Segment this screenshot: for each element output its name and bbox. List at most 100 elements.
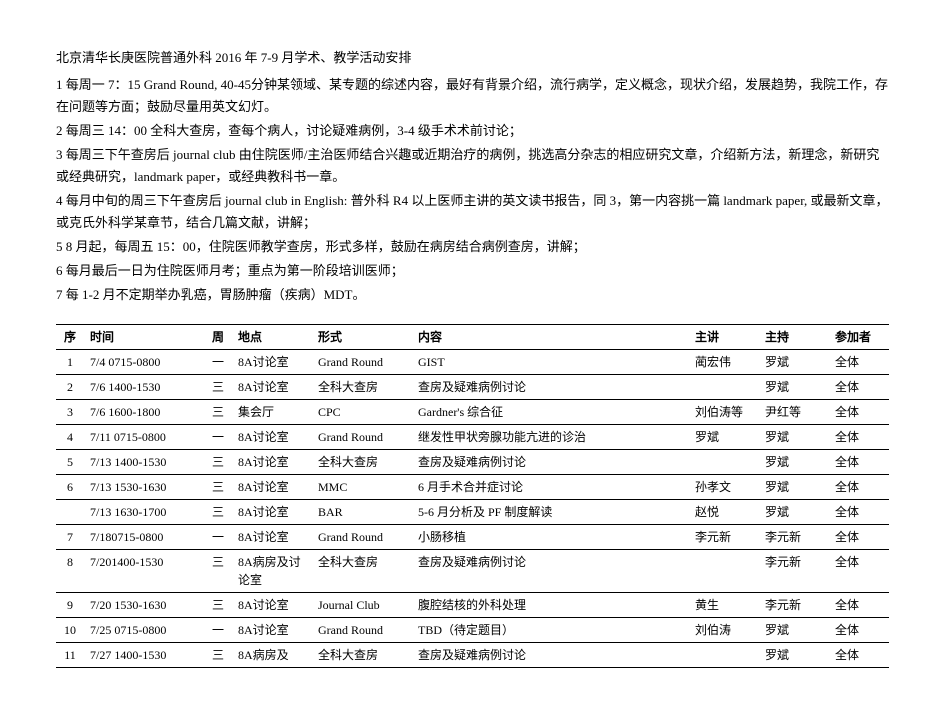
table-row: 47/11 0715-0800一8A讨论室Grand Round继发性甲状旁腺功… — [56, 425, 889, 450]
cell: 1 — [56, 350, 84, 375]
cell: 罗斌 — [759, 450, 829, 475]
table-row: 97/20 1530-1630三8A讨论室Journal Club腹腔结核的外科… — [56, 593, 889, 618]
schedule-table-wrap: 序 时间 周 地点 形式 内容 主讲 主持 参加者 17/4 0715-0800… — [56, 324, 889, 668]
cell: 李元新 — [759, 525, 829, 550]
cell: 一 — [204, 350, 232, 375]
cell: 3 — [56, 400, 84, 425]
th-content: 内容 — [412, 325, 689, 350]
th-part: 参加者 — [829, 325, 889, 350]
cell: 一 — [204, 618, 232, 643]
note-1: 1 每周一 7：15 Grand Round, 40-45分钟某领域、某专题的综… — [56, 74, 889, 118]
table-row: 87/201400-1530三8A病房及讨论室全科大查房查房及疑难病例讨论李元新… — [56, 550, 889, 593]
cell — [689, 643, 759, 668]
notes-section: 1 每周一 7：15 Grand Round, 40-45分钟某领域、某专题的综… — [56, 74, 889, 307]
cell: 7/11 0715-0800 — [84, 425, 204, 450]
cell: 查房及疑难病例讨论 — [412, 450, 689, 475]
cell: 全体 — [829, 618, 889, 643]
th-host: 主持 — [759, 325, 829, 350]
cell: 李元新 — [759, 593, 829, 618]
cell: 8 — [56, 550, 84, 593]
cell: 7/13 1630-1700 — [84, 500, 204, 525]
cell: 6 月手术合并症讨论 — [412, 475, 689, 500]
cell: 8A讨论室 — [232, 350, 312, 375]
cell: 三 — [204, 643, 232, 668]
cell: Journal Club — [312, 593, 412, 618]
cell: 7/13 1530-1630 — [84, 475, 204, 500]
cell: Gardner's 综合征 — [412, 400, 689, 425]
cell: 李元新 — [759, 550, 829, 593]
cell: 9 — [56, 593, 84, 618]
cell: 7/25 0715-0800 — [84, 618, 204, 643]
cell: 李元新 — [689, 525, 759, 550]
schedule-table: 序 时间 周 地点 形式 内容 主讲 主持 参加者 17/4 0715-0800… — [56, 324, 889, 668]
cell: 集会厅 — [232, 400, 312, 425]
cell: 全科大查房 — [312, 450, 412, 475]
cell: 全体 — [829, 500, 889, 525]
cell: 8A讨论室 — [232, 618, 312, 643]
cell: 小肠移植 — [412, 525, 689, 550]
cell: 刘伯涛等 — [689, 400, 759, 425]
cell: 7/201400-1530 — [84, 550, 204, 593]
cell: 全体 — [829, 350, 889, 375]
th-form: 形式 — [312, 325, 412, 350]
cell: 三 — [204, 593, 232, 618]
cell: 7/6 1400-1530 — [84, 375, 204, 400]
cell: 8A讨论室 — [232, 375, 312, 400]
cell: 罗斌 — [759, 643, 829, 668]
cell: 6 — [56, 475, 84, 500]
cell: 11 — [56, 643, 84, 668]
cell: 全体 — [829, 375, 889, 400]
table-row: 117/27 1400-1530三8A病房及全科大查房查房及疑难病例讨论罗斌全体 — [56, 643, 889, 668]
note-5: 5 8 月起，每周五 15：00，住院医师教学查房，形式多样，鼓励在病房结合病例… — [56, 236, 889, 258]
cell: 7/180715-0800 — [84, 525, 204, 550]
cell: 8A讨论室 — [232, 475, 312, 500]
cell: 8A讨论室 — [232, 525, 312, 550]
table-row: 7/13 1630-1700三8A讨论室BAR5-6 月分析及 PF 制度解读赵… — [56, 500, 889, 525]
note-4: 4 每月中旬的周三下午查房后 journal club in English: … — [56, 190, 889, 234]
cell: 罗斌 — [759, 425, 829, 450]
cell: 2 — [56, 375, 84, 400]
cell: 7/4 0715-0800 — [84, 350, 204, 375]
cell — [56, 500, 84, 525]
cell: 7/13 1400-1530 — [84, 450, 204, 475]
cell: 全体 — [829, 593, 889, 618]
cell: 8A讨论室 — [232, 450, 312, 475]
cell: 8A讨论室 — [232, 500, 312, 525]
th-loc: 地点 — [232, 325, 312, 350]
cell: 查房及疑难病例讨论 — [412, 643, 689, 668]
cell: Grand Round — [312, 425, 412, 450]
table-header-row: 序 时间 周 地点 形式 内容 主讲 主持 参加者 — [56, 325, 889, 350]
cell: 全体 — [829, 425, 889, 450]
cell: 蔺宏伟 — [689, 350, 759, 375]
cell: 刘伯涛 — [689, 618, 759, 643]
cell — [689, 450, 759, 475]
table-row: 37/6 1600-1800三集会厅CPCGardner's 综合征刘伯涛等尹红… — [56, 400, 889, 425]
cell: 罗斌 — [689, 425, 759, 450]
th-speaker: 主讲 — [689, 325, 759, 350]
cell: 8A病房及讨论室 — [232, 550, 312, 593]
cell: 罗斌 — [759, 375, 829, 400]
cell: 全科大查房 — [312, 550, 412, 593]
table-row: 77/180715-0800一8A讨论室Grand Round小肠移植李元新李元… — [56, 525, 889, 550]
table-row: 57/13 1400-1530三8A讨论室全科大查房查房及疑难病例讨论罗斌全体 — [56, 450, 889, 475]
cell: 赵悦 — [689, 500, 759, 525]
table-row: 67/13 1530-1630三8A讨论室MMC6 月手术合并症讨论孙孝文罗斌全… — [56, 475, 889, 500]
cell: 一 — [204, 525, 232, 550]
note-3: 3 每周三下午查房后 journal club 由住院医师/主治医师结合兴趣或近… — [56, 144, 889, 188]
cell: 三 — [204, 475, 232, 500]
cell: 5 — [56, 450, 84, 475]
cell: 7/27 1400-1530 — [84, 643, 204, 668]
table-row: 107/25 0715-0800一8A讨论室Grand RoundTBD（待定题… — [56, 618, 889, 643]
cell — [689, 550, 759, 593]
cell: MMC — [312, 475, 412, 500]
cell: 8A病房及 — [232, 643, 312, 668]
cell: 尹红等 — [759, 400, 829, 425]
cell: 全体 — [829, 450, 889, 475]
cell: Grand Round — [312, 618, 412, 643]
cell: 三 — [204, 550, 232, 593]
cell: 三 — [204, 400, 232, 425]
cell: Grand Round — [312, 350, 412, 375]
cell: 全体 — [829, 475, 889, 500]
note-2: 2 每周三 14：00 全科大查房，查每个病人，讨论疑难病例，3-4 级手术术前… — [56, 120, 889, 142]
th-seq: 序 — [56, 325, 84, 350]
